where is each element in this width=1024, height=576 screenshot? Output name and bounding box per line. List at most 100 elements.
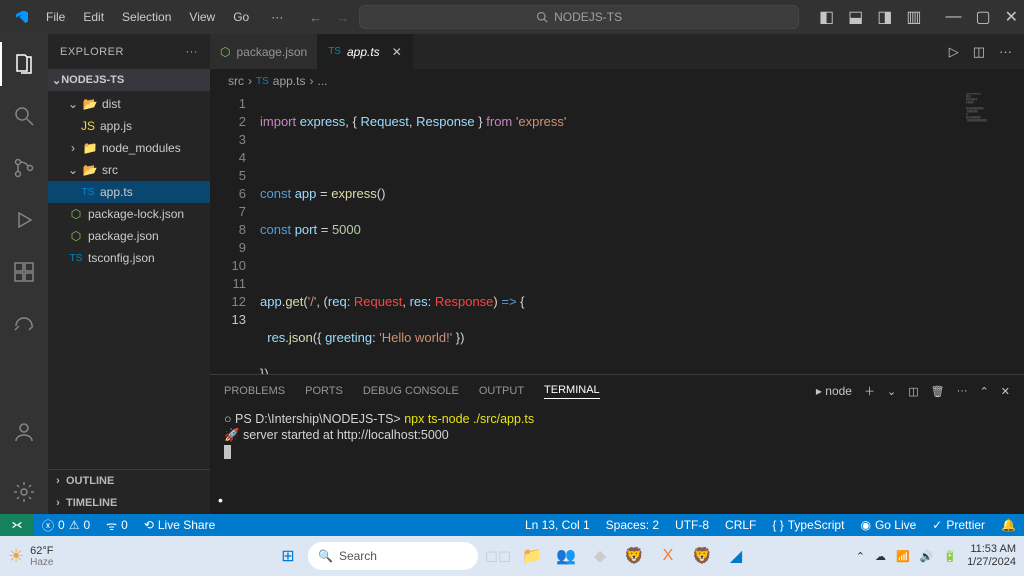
activity-explorer-icon[interactable]	[0, 42, 48, 86]
folder-src[interactable]: ⌄📂src	[48, 159, 210, 181]
status-liveshare[interactable]: ⟲Live Share	[136, 514, 223, 536]
panel-tab-ports[interactable]: PORTS	[305, 385, 343, 397]
nav-arrows: ← →	[309, 10, 349, 25]
explorer-actions[interactable]: ···	[186, 46, 199, 58]
brave-icon[interactable]: 🦁	[620, 542, 648, 570]
tab-app-ts[interactable]: TSapp.ts✕	[318, 34, 413, 69]
folder-open-icon: 📂	[82, 97, 98, 111]
status-errors[interactable]: ⓧ0 ⚠0	[34, 514, 98, 536]
battery-icon: 🔋	[943, 550, 957, 563]
close-panel-icon[interactable]: ✕	[1001, 385, 1010, 398]
tab-package-json[interactable]: ⬡package.json	[210, 34, 318, 69]
cloud-icon: ☁	[875, 550, 886, 563]
remote-indicator[interactable]	[0, 514, 34, 536]
breadcrumb[interactable]: src› TS app.ts›...	[210, 69, 1024, 93]
taskbar-search[interactable]: 🔍Search	[308, 542, 478, 570]
project-header[interactable]: ⌄NODEJS-TS	[48, 69, 210, 91]
activity-remote-icon[interactable]	[0, 302, 48, 346]
sidebar: EXPLORER ··· ⌄NODEJS-TS ⌄📂dist JSapp.js …	[48, 34, 210, 514]
tray-chevron-icon: ⌃	[856, 550, 865, 563]
search-icon: 🔍	[318, 549, 333, 563]
run-icon[interactable]: ▷	[949, 44, 959, 60]
tab-overflow[interactable]: ···	[999, 44, 1012, 59]
activity-settings-icon[interactable]	[0, 470, 48, 514]
nav-back-icon[interactable]: ←	[309, 10, 322, 25]
maximize-panel-icon[interactable]: ⌃	[980, 385, 989, 398]
menu-overflow[interactable]: ···	[263, 6, 291, 28]
nav-forward-icon[interactable]: →	[336, 10, 349, 25]
file-package-json[interactable]: ⬡package.json	[48, 225, 210, 247]
ts-file-icon: TS	[80, 187, 96, 198]
status-encoding[interactable]: UTF-8	[667, 518, 717, 532]
status-language[interactable]: { }TypeScript	[764, 518, 852, 532]
weather-icon: ☀	[8, 546, 24, 567]
file-tree: ⌄📂dist JSapp.js ›📁node_modules ⌄📂src TSa…	[48, 91, 210, 271]
activity-search-icon[interactable]	[0, 94, 48, 138]
status-prettier[interactable]: ✓Prettier	[924, 518, 993, 532]
layout-left-icon[interactable]: ◧	[819, 7, 834, 27]
start-icon[interactable]: ⊞	[274, 542, 302, 570]
terminal-shell-label[interactable]: ▸ node	[816, 384, 852, 398]
folder-dist[interactable]: ⌄📂dist	[48, 93, 210, 115]
activity-bar	[0, 34, 48, 514]
maximize-icon[interactable]: ▢	[975, 7, 990, 27]
status-notifications[interactable]: 🔔	[993, 518, 1024, 532]
unknown-app-icon[interactable]: ◆	[586, 542, 614, 570]
timeline-section[interactable]: ›TIMELINE	[48, 492, 210, 514]
terminal[interactable]: ○ PS D:\Intership\NODEJS-TS> npx ts-node…	[210, 407, 1024, 514]
kill-terminal-icon[interactable]: 🗑	[931, 385, 945, 398]
teams-icon[interactable]: 👥	[552, 542, 580, 570]
close-icon[interactable]: ✕	[1005, 7, 1018, 27]
status-ports[interactable]: ᯤ0	[98, 514, 136, 536]
activity-extensions-icon[interactable]	[0, 250, 48, 294]
panel-overflow[interactable]: ···	[957, 385, 968, 397]
activity-scm-icon[interactable]	[0, 146, 48, 190]
folder-node-modules[interactable]: ›📁node_modules	[48, 137, 210, 159]
activity-debug-icon[interactable]	[0, 198, 48, 242]
status-indent[interactable]: Spaces: 2	[598, 518, 667, 532]
editor-area: ⬡package.json TSapp.ts✕ ▷ ◫ ··· src› TS …	[210, 34, 1024, 514]
new-terminal-icon[interactable]: ＋	[864, 383, 875, 399]
outline-section[interactable]: ›OUTLINE	[48, 470, 210, 492]
close-icon[interactable]: ✕	[392, 45, 402, 59]
split-terminal-icon[interactable]: ◫	[908, 385, 918, 398]
brave-icon-2[interactable]: 🦁	[688, 542, 716, 570]
command-center[interactable]: NODEJS-TS	[359, 5, 799, 29]
minimap[interactable]: ████ ████████ ████ ███ ██ ██████ ███████…	[966, 93, 1018, 153]
layout-custom-icon[interactable]: ▥	[906, 7, 921, 27]
menu-selection[interactable]: Selection	[114, 6, 179, 28]
file-package-lock[interactable]: ⬡package-lock.json	[48, 203, 210, 225]
status-golive[interactable]: ◉Go Live	[852, 518, 924, 532]
vscode-icon[interactable]: ◢	[722, 542, 750, 570]
panel-tab-output[interactable]: OUTPUT	[479, 385, 524, 397]
status-eol[interactable]: CRLF	[717, 518, 764, 532]
explorer-icon[interactable]: 📁	[518, 542, 546, 570]
terminal-dropdown-icon[interactable]: ⌄	[887, 385, 896, 398]
activity-account-icon[interactable]	[0, 410, 48, 454]
panel-tab-terminal[interactable]: TERMINAL	[544, 384, 600, 399]
layout-bottom-icon[interactable]: ⬓	[848, 7, 863, 27]
menu-view[interactable]: View	[181, 6, 223, 28]
menu-edit[interactable]: Edit	[75, 6, 112, 28]
ts-file-icon: TS	[328, 46, 341, 57]
taskbar-clock[interactable]: 11:53 AM1/27/2024	[967, 543, 1016, 569]
volume-icon: 🔊	[920, 550, 934, 563]
menu-go[interactable]: Go	[225, 6, 257, 28]
task-view-icon[interactable]: ◻◻	[484, 542, 512, 570]
file-app-js[interactable]: JSapp.js	[48, 115, 210, 137]
panel-tab-problems[interactable]: PROBLEMS	[224, 385, 285, 397]
status-cursor-pos[interactable]: Ln 13, Col 1	[517, 518, 598, 532]
command-center-text: NODEJS-TS	[554, 10, 622, 24]
panel-tab-debug[interactable]: DEBUG CONSOLE	[363, 385, 459, 397]
split-editor-icon[interactable]: ◫	[973, 44, 985, 60]
taskbar-weather[interactable]: ☀ 62°FHaze	[8, 545, 54, 568]
system-tray[interactable]: ⌃ ☁ 📶 🔊 🔋 11:53 AM1/27/2024	[856, 543, 1016, 569]
menu-file[interactable]: File	[38, 6, 73, 28]
xampp-icon[interactable]: X	[654, 542, 682, 570]
code-editor[interactable]: 12345678910111213 import express, { Requ…	[210, 93, 1024, 374]
minimize-icon[interactable]: —	[945, 8, 961, 26]
layout-right-icon[interactable]: ◨	[877, 7, 892, 27]
title-bar: File Edit Selection View Go ··· ← → NODE…	[0, 0, 1024, 34]
file-app-ts[interactable]: TSapp.ts	[48, 181, 210, 203]
file-tsconfig[interactable]: TStsconfig.json	[48, 247, 210, 269]
